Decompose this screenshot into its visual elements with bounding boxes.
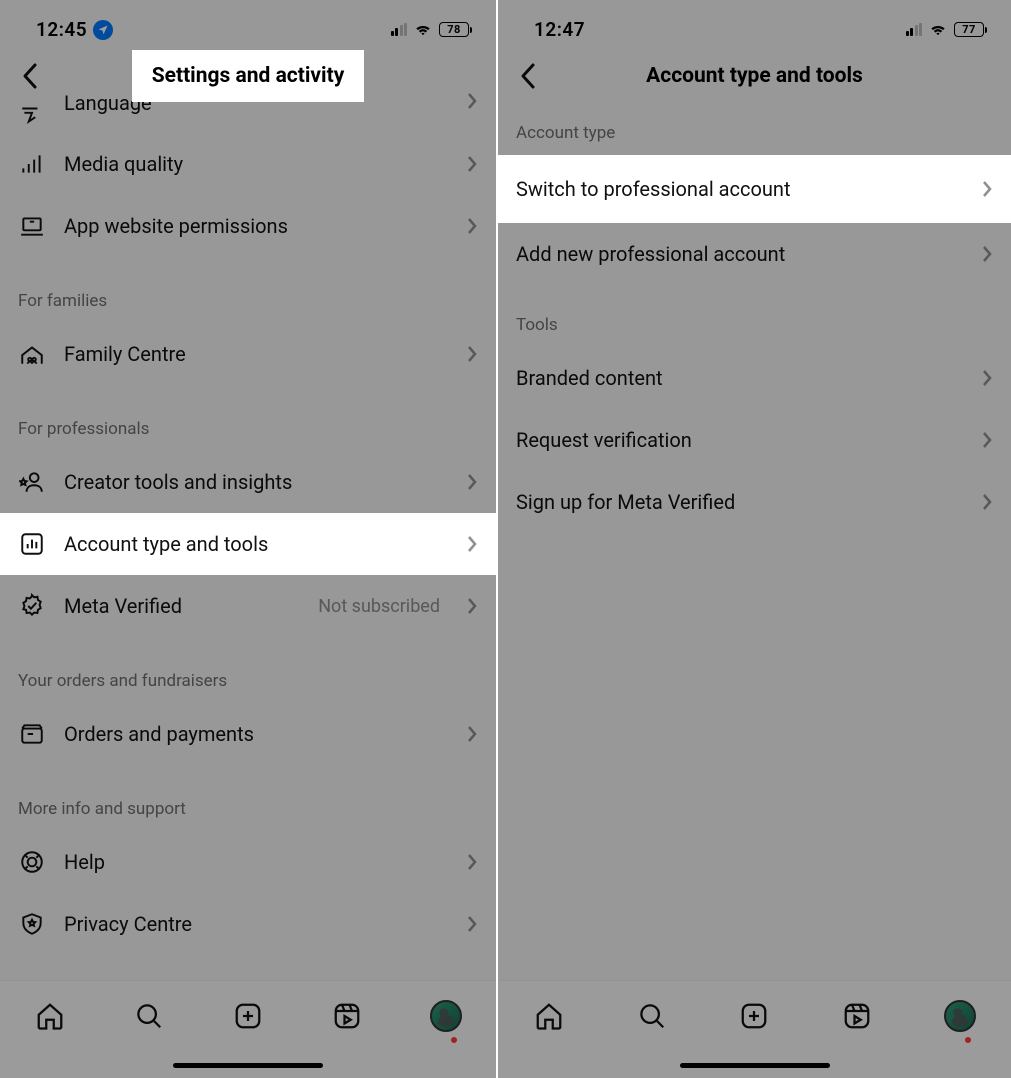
row-account-type-tools[interactable]: Account type and tools [0,513,496,575]
status-time: 12:45 [36,18,87,41]
row-label: Family Centre [64,342,448,366]
page-title: Settings and activity [132,50,365,102]
page-title: Account type and tools [646,64,863,88]
back-button[interactable] [508,56,548,96]
row-family-centre[interactable]: Family Centre [0,323,496,385]
chevron-right-icon [981,179,993,199]
chevron-right-icon [466,914,478,934]
row-meta-verified[interactable]: Meta Verified Not subscribed [0,575,496,637]
box-icon [18,720,46,748]
row-app-website-permissions[interactable]: App website permissions [0,195,496,257]
notification-dot-icon [965,1037,971,1043]
row-label: Switch to professional account [516,177,981,201]
tab-home[interactable] [33,999,67,1033]
chart-square-icon [18,530,46,558]
page-header: Account type and tools [498,51,1011,101]
row-label: Creator tools and insights [64,470,448,494]
row-label: Orders and payments [64,722,448,746]
status-bar: 12:45 78 [0,0,496,51]
row-label: Media quality [64,152,448,176]
account-type-list[interactable]: Account type Switch to professional acco… [498,101,1011,533]
wifi-icon [928,18,948,41]
page-header: Settings and activity [0,51,496,101]
home-indicator[interactable] [680,1063,830,1068]
row-help[interactable]: Help [0,831,496,893]
row-label: Account type and tools [64,532,448,556]
row-language[interactable]: Language [0,101,496,133]
row-media-quality[interactable]: Media quality [0,133,496,195]
row-request-verification[interactable]: Request verification [498,409,1011,471]
section-header-families: For families [0,269,496,323]
row-value: Not subscribed [318,596,440,617]
row-label: Add new professional account [516,242,981,266]
phone-right-account-type: 12:47 77 Account type and tools Account … [498,0,1011,1078]
tab-reels[interactable] [330,999,364,1033]
cellular-signal-icon [906,23,923,36]
tab-profile[interactable] [429,999,463,1033]
wifi-icon [413,18,433,41]
status-time: 12:47 [534,18,585,41]
tab-home[interactable] [532,999,566,1033]
chevron-right-icon [466,596,478,616]
home-indicator[interactable] [173,1063,323,1068]
row-label: Sign up for Meta Verified [516,490,981,514]
shield-star-icon [18,910,46,938]
chevron-right-icon [466,852,478,872]
row-label: Request verification [516,428,981,452]
chevron-right-icon [466,154,478,174]
family-icon [18,340,46,368]
battery-indicator: 77 [954,22,987,37]
chevron-right-icon [981,430,993,450]
avatar-icon [944,1000,976,1032]
chevron-right-icon [466,216,478,236]
chevron-right-icon [466,344,478,364]
chevron-right-icon [981,492,993,512]
battery-indicator: 78 [439,22,472,37]
star-user-icon [18,468,46,496]
avatar-icon [430,1000,462,1032]
signal-bars-icon [18,150,46,178]
row-label: Help [64,850,448,874]
section-header-account-type: Account type [498,101,1011,155]
location-services-icon [93,20,113,40]
section-header-professionals: For professionals [0,397,496,451]
laptop-icon [18,212,46,240]
tab-search[interactable] [132,999,166,1033]
row-label: App website permissions [64,214,448,238]
section-header-tools: Tools [498,285,1011,347]
back-button[interactable] [10,56,50,96]
badge-check-icon [18,592,46,620]
cellular-signal-icon [391,23,408,36]
lifebuoy-icon [18,848,46,876]
tab-reels[interactable] [840,999,874,1033]
row-label: Privacy Centre [64,912,448,936]
tab-create[interactable] [737,999,771,1033]
section-header-support: More info and support [0,777,496,831]
row-switch-professional[interactable]: Switch to professional account [498,155,1011,223]
chevron-right-icon [466,724,478,744]
tab-profile[interactable] [943,999,977,1033]
chevron-right-icon [466,534,478,554]
row-creator-tools[interactable]: Creator tools and insights [0,451,496,513]
chevron-right-icon [466,472,478,492]
row-privacy-centre[interactable]: Privacy Centre [0,893,496,955]
row-orders-payments[interactable]: Orders and payments [0,703,496,765]
status-bar: 12:47 77 [498,0,1011,51]
chevron-right-icon [981,244,993,264]
row-branded-content[interactable]: Branded content [498,347,1011,409]
globe-icon [18,101,46,129]
section-header-orders: Your orders and fundraisers [0,649,496,703]
row-label: Branded content [516,366,981,390]
row-add-professional[interactable]: Add new professional account [498,223,1011,285]
tab-create[interactable] [231,999,265,1033]
chevron-right-icon [981,368,993,388]
tab-search[interactable] [635,999,669,1033]
row-label: Meta Verified [64,594,300,618]
notification-dot-icon [451,1037,457,1043]
row-meta-verified-signup[interactable]: Sign up for Meta Verified [498,471,1011,533]
settings-list[interactable]: Language Media quality App website permi… [0,101,496,955]
phone-left-settings: 12:45 78 Settings and activity Language [0,0,498,1078]
